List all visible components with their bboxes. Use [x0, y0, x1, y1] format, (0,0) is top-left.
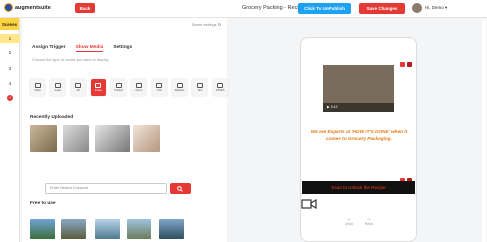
scene-item-3[interactable]: 3 [0, 66, 20, 71]
scene-settings-label: Scene settings [191, 23, 217, 27]
recently-uploaded-heading: Recently Uploaded [30, 115, 74, 120]
scenes-header: Scenes [0, 18, 19, 30]
scenes-sidebar: Scenes 1 2 3 4 + [0, 18, 20, 242]
scene-item-1[interactable]: 1 [0, 34, 20, 43]
media-type-product[interactable]: Product [111, 79, 127, 96]
video-player[interactable]: ▶ 0:12 [323, 65, 394, 112]
redirect-icon [176, 83, 183, 88]
media-type-video[interactable]: Video [30, 79, 45, 96]
free-image-2[interactable] [61, 219, 86, 239]
tab-settings[interactable]: Settings [113, 45, 132, 52]
user-name: Hi, Demo [425, 5, 444, 10]
media-type-redirect[interactable]: Redirect [172, 79, 188, 96]
gear-icon: ⚙ [217, 23, 221, 27]
recent-image-3[interactable] [95, 125, 130, 152]
scene-item-2[interactable]: 2 [0, 50, 20, 55]
save-button[interactable]: Save Changes [359, 3, 405, 14]
media-type-text[interactable]: Text [192, 79, 208, 96]
tab-bar: Assign Trigger Show Media Settings [32, 45, 142, 52]
video-icon [34, 83, 41, 88]
video-time: 0:12 [330, 105, 338, 109]
scrollbar[interactable] [482, 20, 486, 242]
product-icon [115, 83, 122, 88]
media-type-audio[interactable]: Audio [50, 79, 66, 96]
cta-icon [156, 83, 163, 88]
media-type-image[interactable]: Image [90, 79, 106, 96]
media-type-cta[interactable]: CTA [151, 79, 167, 96]
chevron-down-icon: ▾ [445, 5, 448, 10]
video-controls[interactable]: ▶ 0:12 [323, 103, 394, 112]
top-bar: augmentsuite Back Grocery Packing - Reci… [0, 0, 487, 18]
image-icon [95, 83, 102, 88]
media-type-label: Redirect [174, 89, 185, 92]
video-camera-icon[interactable] [301, 198, 317, 210]
search-input[interactable]: Enter Search Keyword [45, 183, 167, 194]
media-type-label: CTA [156, 89, 162, 92]
media-panel: Scene settings ⚙ Assign Trigger Show Med… [22, 18, 228, 242]
scene-item-4[interactable]: 4 [0, 81, 20, 86]
avatar[interactable] [412, 3, 422, 13]
recent-image-2[interactable] [63, 125, 89, 152]
media-type-row: Video Audio 3D Image Product Opt-in CTA Redirec… [30, 79, 233, 96]
media-type-label: HTML5 [215, 89, 225, 92]
free-image-1[interactable] [30, 219, 55, 239]
logo-text: augmentsuite [15, 4, 51, 11]
media-type-label: Video [34, 89, 41, 92]
cube-icon [75, 83, 82, 88]
media-type-html5[interactable]: HTML5 [212, 79, 228, 96]
undo-label: Undo [344, 222, 354, 226]
free-image-5[interactable] [159, 219, 184, 239]
html5-icon [217, 83, 224, 88]
tab-show-media[interactable]: Show Media [75, 45, 104, 52]
recent-image-1[interactable] [30, 125, 57, 152]
add-scene-button[interactable]: + [7, 95, 13, 101]
redo-button[interactable]: ↷ Redo [362, 218, 376, 226]
search-icon [177, 186, 183, 192]
scan-button[interactable]: Scan to Unlock the Recipe [302, 181, 415, 194]
optin-icon [135, 83, 142, 88]
undo-button[interactable]: ↶ Undo [342, 218, 356, 226]
media-type-label: 3D [76, 89, 80, 92]
unpublish-button[interactable]: Click To UnPublish [298, 3, 351, 14]
media-type-label: Product [114, 89, 124, 92]
add-icon[interactable] [400, 62, 405, 67]
scene-settings[interactable]: Scene settings ⚙ [192, 22, 221, 27]
media-type-label: Opt-in [135, 89, 143, 92]
free-to-use-heading: Free to use [30, 201, 56, 206]
media-type-opt-in[interactable]: Opt-in [131, 79, 147, 96]
redo-label: Redo [364, 222, 374, 226]
delete-icon[interactable] [407, 62, 412, 67]
preview-text[interactable]: We are Experts at 'HOW IT'S DONE' when i… [304, 128, 414, 142]
media-type-label: Image [94, 89, 102, 92]
media-type-label: Text [197, 89, 203, 92]
logo: augmentsuite [4, 3, 51, 12]
recent-image-4[interactable] [133, 125, 160, 152]
text-icon [196, 83, 203, 88]
media-type-3d[interactable]: 3D [70, 79, 86, 96]
free-image-4[interactable] [127, 219, 151, 239]
free-image-3[interactable] [95, 219, 120, 239]
search-button[interactable] [170, 183, 191, 194]
logo-icon [4, 3, 13, 12]
media-hint: Choose the type of media you want to dis… [32, 58, 109, 62]
tab-assign-trigger[interactable]: Assign Trigger [32, 45, 66, 52]
user-menu[interactable]: Hi, Demo ▾ [425, 5, 447, 11]
media-type-label: Audio [54, 89, 62, 92]
audio-icon [54, 83, 61, 88]
back-button[interactable]: Back [75, 3, 95, 13]
play-icon[interactable]: ▶ [327, 105, 330, 109]
